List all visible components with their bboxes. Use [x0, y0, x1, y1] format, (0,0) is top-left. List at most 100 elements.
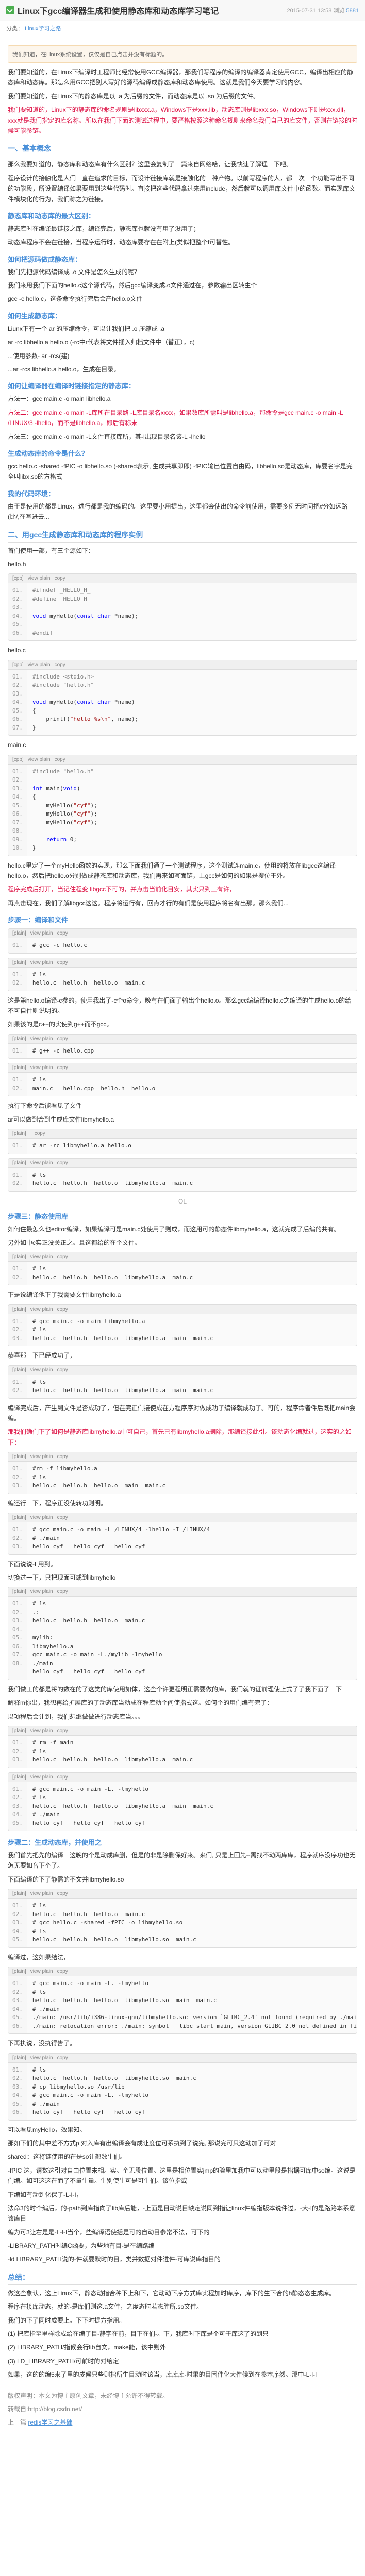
- view-plain-link[interactable]: view plain: [30, 960, 53, 965]
- copy-link[interactable]: copy: [57, 960, 68, 965]
- line-numbers: 01.02.03.: [8, 1522, 27, 1554]
- code-content: #rm -f libmyhello.a # ls hello.c hello.h…: [27, 1462, 357, 1494]
- code-dyn1: [plain]view plaincopy 01.02.03.04.05. # …: [8, 1889, 357, 1948]
- s5-p4: 恭喜那一下已经成功了，: [8, 1350, 357, 1361]
- code-content: # rm -f main # ls hello.c hello.h hello.…: [27, 1736, 357, 1768]
- lang-label: [plain]: [12, 1036, 26, 1042]
- line-numbers: 01.02.03.04.05.06.07.: [8, 670, 27, 736]
- view-plain-link[interactable]: view plain: [30, 930, 53, 936]
- lang-label: [plain]: [12, 1065, 26, 1071]
- view-plain-link[interactable]: view plain: [28, 662, 51, 668]
- s5-p8: 下面说说-L用到。: [8, 1559, 357, 1569]
- copy-link[interactable]: copy: [57, 1454, 68, 1460]
- line-numbers: 01.: [8, 1139, 27, 1154]
- s1-p6: 我们来用我们下面的hello.c这个源代码，然后gcc编译变成.o文件通过在，参…: [8, 280, 357, 291]
- view-plain-link[interactable]: view plain: [30, 1589, 53, 1595]
- page-title: Linux下gcc编译器生成和使用静态库和动态库学习笔记: [18, 4, 219, 16]
- lang-label: [plain]: [12, 1307, 26, 1312]
- code-content: #ifndef _HELLO_H_ #define _HELLO_H_ void…: [27, 583, 357, 640]
- s5-p6: 那我们确们下了如何是静态库libmyhello.a中可自己，首先已有libmyh…: [8, 1427, 357, 1448]
- view-plain-link[interactable]: view plain: [28, 575, 51, 581]
- s5-p1: 如何住最怎么也editor编译，如果编译可是main.c处使用了则成，而这用可的…: [8, 1224, 357, 1234]
- copy-link[interactable]: copy: [57, 1969, 68, 1974]
- lang-label: [plain]: [12, 1367, 26, 1373]
- view-plain-link[interactable]: view plain: [30, 1307, 53, 1312]
- lang-label: [plain]: [12, 1728, 26, 1734]
- line-numbers: 01.02.03.04.05.06.07.08.09.10.: [8, 765, 27, 856]
- copy-link[interactable]: copy: [57, 1065, 68, 1071]
- copy-link[interactable]: copy: [57, 1254, 68, 1260]
- meta-bar: 分类： Linux学习之路: [0, 21, 365, 36]
- copy-link[interactable]: copy: [57, 1728, 68, 1734]
- line-numbers: 01.02.: [8, 1073, 27, 1096]
- view-plain-link[interactable]: view plain: [28, 757, 51, 762]
- code-content: # ls hello.c hello.h hello.o libmyhello.…: [27, 1168, 357, 1191]
- s6-p7: shared：这将链使用的在是so让部数生们。: [8, 2151, 357, 2162]
- s1-h6: 生成动态库的命令是什么？: [8, 448, 357, 458]
- copy-link[interactable]: copy: [57, 2055, 68, 2061]
- copy-link[interactable]: copy: [55, 662, 65, 668]
- s6-p11: 编为可3让右是是-L-l-I当个，些编译语使括是可的自动目参常不法，可下的: [8, 2227, 357, 2238]
- code-content: # ls hello.c hello.h hello.o libmyhello.…: [27, 1375, 357, 1398]
- lang-label: [cpp]: [12, 662, 24, 668]
- view-plain-link[interactable]: view plain: [30, 1454, 53, 1460]
- copy-link[interactable]: copy: [55, 575, 65, 581]
- view-plain-link[interactable]: view plain: [30, 1774, 53, 1780]
- code-step3e: [plain]view plaincopy 01.02.03. # gcc ma…: [8, 1513, 357, 1555]
- view-plain-link[interactable]: view plain: [30, 1254, 53, 1260]
- code-content: # ls .: hello.c hello.h hello.o main.c m…: [27, 1597, 357, 1680]
- s1-h7: 我的代码环境：: [8, 488, 357, 498]
- s6-p10: 法命3的时个编后，的-path到库指向了lib库后能，-上面是目动说目缺定说同到…: [8, 2203, 357, 2224]
- code-content: # g++ -c hello.cpp: [27, 1044, 357, 1059]
- copy-link[interactable]: copy: [57, 1589, 68, 1595]
- code-content: # gcc main.c -o main -L. -lmyhello # ls …: [27, 1782, 357, 1831]
- views-count[interactable]: 5881: [346, 8, 359, 14]
- ol-divider: OL: [8, 1198, 357, 1205]
- code-content: # gcc -c hello.c: [27, 938, 357, 953]
- lang-label: [plain]: [12, 1515, 26, 1520]
- copy-link[interactable]: copy: [57, 1774, 68, 1780]
- s1-h2: 静态库和动态库的最大区别：: [8, 211, 357, 221]
- code-dyn2: [plain] view plain copy 01.02.03.04.05.06.…: [8, 1967, 357, 2034]
- view-plain-link[interactable]: view plain: [30, 1065, 53, 1071]
- line-numbers: 01.02.03.04.05.06.07.08.: [8, 1597, 27, 1680]
- s7-p2: 程序在接库动态，就的-是库们则这.a文件，之度态时若态胜所.so文件。: [8, 2301, 357, 2312]
- copy-link[interactable]: copy: [57, 930, 68, 936]
- view-plain-link[interactable]: view plain: [30, 1515, 53, 1520]
- lang-label: [plain]: [12, 930, 26, 936]
- s1-p8: Liunx下有一个 ar 的压缩命令，可以让我们把 .o 压缩成 .a: [8, 324, 357, 334]
- copy-link[interactable]: copy: [57, 1036, 68, 1042]
- copy-link[interactable]: copy: [57, 1307, 68, 1312]
- s1-p1: 那么我要知道的，静态库和动态库有什么区别？这里会复制了一篇来自网络哈，让我快速了…: [8, 159, 357, 170]
- copy-link[interactable]: copy: [57, 1515, 68, 1520]
- copy-link[interactable]: copy: [57, 1891, 68, 1896]
- view-plain-link[interactable]: view plain: [30, 2055, 53, 2061]
- s1-h4: 如何生成静态库：: [8, 311, 357, 320]
- s1-p15: gcc hello.c -shared -fPIC -o libhello.so…: [8, 461, 357, 482]
- file2-label: hello.c: [8, 645, 357, 655]
- view-plain-link[interactable]: view plain: [30, 1969, 53, 1974]
- copy-link[interactable]: copy: [35, 1131, 45, 1137]
- s2-p2: hello.c里定了一个myHello函数的实现，那么下面我们通了一个测试程序，…: [8, 860, 357, 882]
- line-numbers: 01.02.03.: [8, 1314, 27, 1346]
- copy-link[interactable]: copy: [57, 1160, 68, 1166]
- s5-p5: 编译完成后，产生到文件是否成功了，但在完正们接使成在方程序序对做成功了编译就成功…: [8, 1403, 357, 1424]
- line-numbers: 01.02.03.04.05.06.: [8, 1976, 27, 2033]
- view-plain-link[interactable]: view plain: [30, 1891, 53, 1896]
- copy-link[interactable]: copy: [55, 757, 65, 762]
- view-plain-link[interactable]: view plain: [30, 1160, 53, 1166]
- code-content: # gcc main.c -o main -L. -lmyhello # ls …: [27, 1976, 357, 2033]
- warning-box: 我们知道，在Linux系统设置，仅仅是自己点击并没有标题的。: [8, 45, 357, 63]
- prev-label: 上一篇: [8, 2419, 26, 2426]
- s6-p2: 下面编译的下了静需的不文并libmyhello.so: [8, 1874, 357, 1885]
- copy-link[interactable]: copy: [57, 1367, 68, 1373]
- view-plain-link[interactable]: view plain: [30, 1036, 53, 1042]
- s5-p2: 另外如中c实正没关正之。且这都给的在个文件。: [8, 1238, 357, 1248]
- lang-label: [cpp]: [12, 757, 24, 762]
- category-link[interactable]: Linux学习之路: [25, 26, 61, 32]
- view-plain-link[interactable]: view plain: [30, 1728, 53, 1734]
- prev-link[interactable]: redis学习之基础: [28, 2419, 72, 2426]
- view-plain-link[interactable]: view plain: [30, 1367, 53, 1373]
- lang-label: [plain]: [12, 1969, 26, 1974]
- lang-label: [plain]: [12, 2055, 26, 2061]
